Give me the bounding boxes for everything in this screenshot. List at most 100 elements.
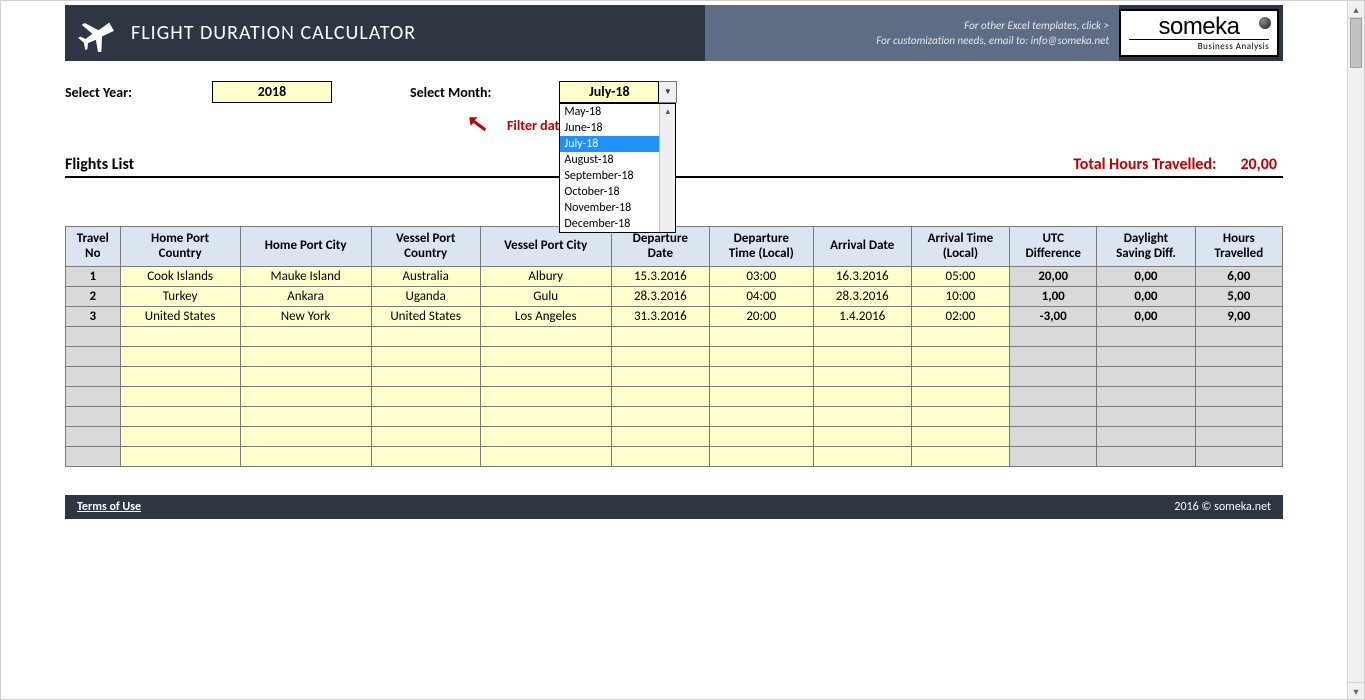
arrival-time-cell[interactable]: 10:00	[911, 287, 1009, 307]
empty-input-cell[interactable]	[611, 367, 709, 387]
empty-input-cell[interactable]	[120, 447, 240, 467]
empty-input-cell[interactable]	[813, 347, 911, 367]
empty-input-cell[interactable]	[240, 407, 371, 427]
empty-input-cell[interactable]	[911, 427, 1009, 447]
terms-of-use-link[interactable]: Terms of Use	[77, 500, 141, 514]
empty-input-cell[interactable]	[709, 387, 813, 407]
month-option[interactable]: June-18	[560, 120, 659, 136]
month-option[interactable]: December-18	[560, 216, 659, 232]
empty-input-cell[interactable]	[813, 407, 911, 427]
empty-input-cell[interactable]	[709, 367, 813, 387]
vessel-port-city-cell[interactable]: Los Angeles	[480, 307, 611, 327]
empty-input-cell[interactable]	[611, 427, 709, 447]
arrival-date-cell[interactable]: 28.3.2016	[813, 287, 911, 307]
empty-input-cell[interactable]	[120, 347, 240, 367]
empty-input-cell[interactable]	[911, 367, 1009, 387]
departure-date-cell[interactable]: 31.3.2016	[611, 307, 709, 327]
month-option[interactable]: September-18	[560, 168, 659, 184]
empty-input-cell[interactable]	[611, 447, 709, 467]
scroll-thumb[interactable]	[1350, 18, 1362, 68]
empty-input-cell[interactable]	[813, 327, 911, 347]
vessel-port-city-cell[interactable]: Gulu	[480, 287, 611, 307]
empty-input-cell[interactable]	[240, 327, 371, 347]
empty-input-cell[interactable]	[120, 407, 240, 427]
empty-input-cell[interactable]	[709, 327, 813, 347]
dropdown-scroll-up-icon[interactable]: ▴	[660, 104, 675, 120]
month-dropdown-list[interactable]: ▴ May-18June-18July-18August-18September…	[559, 103, 676, 233]
departure-time-cell[interactable]: 04:00	[709, 287, 813, 307]
empty-input-cell[interactable]	[813, 387, 911, 407]
home-port-country-cell[interactable]: United States	[120, 307, 240, 327]
empty-input-cell[interactable]	[480, 447, 611, 467]
arrival-date-cell[interactable]: 16.3.2016	[813, 267, 911, 287]
home-port-city-cell[interactable]: New York	[240, 307, 371, 327]
empty-input-cell[interactable]	[813, 367, 911, 387]
empty-input-cell[interactable]	[911, 407, 1009, 427]
home-port-country-cell[interactable]: Turkey	[120, 287, 240, 307]
empty-input-cell[interactable]	[709, 347, 813, 367]
vessel-port-country-cell[interactable]: Uganda	[371, 287, 480, 307]
empty-input-cell[interactable]	[240, 447, 371, 467]
month-option[interactable]: November-18	[560, 200, 659, 216]
month-input[interactable]: July-18	[559, 81, 659, 103]
month-option[interactable]: May-18	[560, 104, 659, 120]
empty-input-cell[interactable]	[371, 407, 480, 427]
empty-input-cell[interactable]	[611, 347, 709, 367]
banner-info-line1[interactable]: For other Excel templates, click >	[964, 18, 1109, 33]
empty-input-cell[interactable]	[813, 447, 911, 467]
empty-input-cell[interactable]	[709, 427, 813, 447]
home-port-city-cell[interactable]: Ankara	[240, 287, 371, 307]
arrival-date-cell[interactable]: 1.4.2016	[813, 307, 911, 327]
month-dropdown-button[interactable]: ▼	[659, 81, 677, 103]
empty-input-cell[interactable]	[120, 367, 240, 387]
departure-time-cell[interactable]: 20:00	[709, 307, 813, 327]
empty-input-cell[interactable]	[611, 327, 709, 347]
empty-input-cell[interactable]	[120, 387, 240, 407]
home-port-city-cell[interactable]: Mauke Island	[240, 267, 371, 287]
empty-input-cell[interactable]	[480, 427, 611, 447]
empty-input-cell[interactable]	[371, 367, 480, 387]
arrival-time-cell[interactable]: 05:00	[911, 267, 1009, 287]
empty-input-cell[interactable]	[611, 407, 709, 427]
empty-input-cell[interactable]	[371, 327, 480, 347]
year-input[interactable]: 2018	[212, 81, 332, 103]
vessel-port-city-cell[interactable]: Albury	[480, 267, 611, 287]
vessel-port-country-cell[interactable]: United States	[371, 307, 480, 327]
empty-input-cell[interactable]	[240, 367, 371, 387]
home-port-country-cell[interactable]: Cook Islands	[120, 267, 240, 287]
empty-input-cell[interactable]	[911, 447, 1009, 467]
empty-input-cell[interactable]	[371, 347, 480, 367]
scroll-down-icon[interactable]: ▾	[1348, 682, 1364, 699]
empty-input-cell[interactable]	[813, 427, 911, 447]
empty-input-cell[interactable]	[240, 347, 371, 367]
departure-date-cell[interactable]: 15.3.2016	[611, 267, 709, 287]
empty-input-cell[interactable]	[911, 347, 1009, 367]
empty-input-cell[interactable]	[371, 427, 480, 447]
departure-date-cell[interactable]: 28.3.2016	[611, 287, 709, 307]
empty-input-cell[interactable]	[480, 387, 611, 407]
empty-input-cell[interactable]	[611, 387, 709, 407]
departure-time-cell[interactable]: 03:00	[709, 267, 813, 287]
scroll-up-icon[interactable]: ▴	[1348, 1, 1364, 18]
month-option[interactable]: August-18	[560, 152, 659, 168]
empty-input-cell[interactable]	[709, 447, 813, 467]
scroll-track[interactable]	[1348, 18, 1364, 682]
empty-input-cell[interactable]	[240, 427, 371, 447]
empty-input-cell[interactable]	[240, 387, 371, 407]
empty-input-cell[interactable]	[709, 407, 813, 427]
dropdown-scrollbar[interactable]: ▴	[659, 104, 675, 232]
vessel-port-country-cell[interactable]: Australia	[371, 267, 480, 287]
empty-input-cell[interactable]	[371, 447, 480, 467]
empty-input-cell[interactable]	[120, 327, 240, 347]
outer-scrollbar[interactable]: ▴ ▾	[1347, 1, 1364, 699]
empty-input-cell[interactable]	[480, 347, 611, 367]
empty-input-cell[interactable]	[480, 407, 611, 427]
empty-input-cell[interactable]	[480, 367, 611, 387]
empty-input-cell[interactable]	[480, 327, 611, 347]
empty-input-cell[interactable]	[371, 387, 480, 407]
arrival-time-cell[interactable]: 02:00	[911, 307, 1009, 327]
empty-input-cell[interactable]	[120, 427, 240, 447]
someka-logo[interactable]: someka Business Analysis	[1119, 9, 1279, 57]
empty-input-cell[interactable]	[911, 327, 1009, 347]
month-option[interactable]: July-18	[560, 136, 659, 152]
